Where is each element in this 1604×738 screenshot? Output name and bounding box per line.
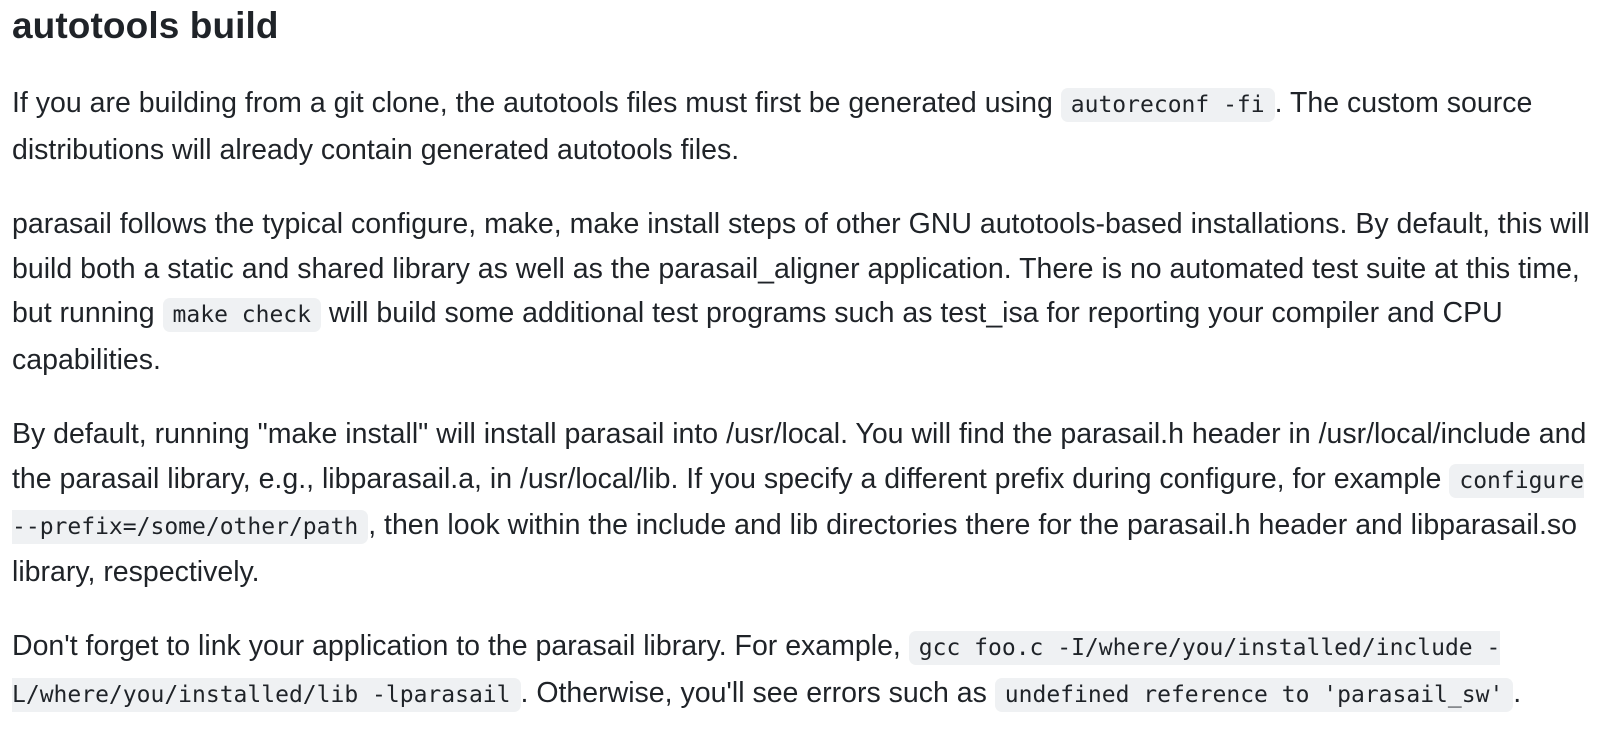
paragraph-text: If you are building from a git clone, th… [12,87,1061,119]
paragraph-text: Don't forget to link your application to… [12,630,909,662]
paragraph-install-location: By default, running "make install" will … [12,412,1592,594]
paragraph-text: . [1513,676,1522,709]
paragraph-git-clone: If you are building from a git clone, th… [12,81,1592,172]
inline-code-undefined-reference: undefined reference to 'parasail_sw' [994,677,1514,712]
document-body: autotools build If you are building from… [12,0,1592,717]
section-heading: autotools build [12,5,279,46]
paragraph-configure-make: parasail follows the typical configure, … [12,202,1592,382]
paragraph-linking: Don't forget to link your application to… [12,624,1592,717]
inline-code-make-check: make check [162,298,322,332]
paragraph-text: . Otherwise, you'll see errors such as [520,676,995,709]
paragraph-text: By default, running "make install" will … [12,418,1587,495]
inline-code-autoreconf: autoreconf -fi [1060,88,1275,122]
